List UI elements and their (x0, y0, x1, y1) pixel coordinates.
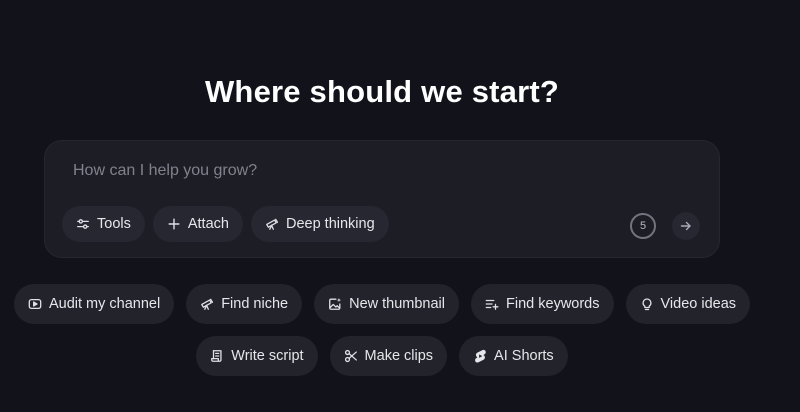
plus-icon (168, 218, 180, 230)
new-thumbnail-button[interactable]: New thumbnail (314, 284, 460, 324)
video-ideas-label: Video ideas (660, 296, 737, 312)
suggestions-row-2: Write script Make clips AI Shorts (0, 336, 764, 376)
prompt-box: Tools Attach Deep thinking 5 (44, 140, 720, 258)
make-clips-label: Make clips (364, 348, 434, 364)
prompt-input[interactable] (73, 159, 673, 183)
find-keywords-button[interactable]: Find keywords (471, 284, 614, 324)
deep-thinking-label: Deep thinking (285, 216, 375, 232)
play-box-icon (28, 298, 42, 310)
tools-button[interactable]: Tools (62, 206, 145, 242)
write-script-label: Write script (231, 348, 304, 364)
arrow-right-icon (680, 221, 691, 231)
shorts-icon (475, 349, 486, 363)
telescope-icon (201, 298, 214, 310)
scissors-icon (344, 349, 357, 363)
prompt-toolbar: Tools Attach Deep thinking (62, 206, 389, 242)
tools-label: Tools (97, 216, 131, 232)
deep-thinking-button[interactable]: Deep thinking (250, 206, 389, 242)
lightbulb-icon (641, 298, 652, 311)
page: Where should we start? Tools Attach (0, 0, 800, 412)
image-sparkle-icon (329, 297, 342, 310)
audit-channel-button[interactable]: Audit my channel (13, 284, 175, 324)
find-niche-label: Find niche (221, 296, 289, 312)
send-button[interactable] (672, 212, 700, 240)
telescope-icon (266, 218, 279, 230)
attach-label: Attach (187, 216, 229, 232)
list-plus-icon (485, 299, 499, 310)
ai-shorts-button[interactable]: AI Shorts (459, 336, 568, 376)
ai-shorts-label: AI Shorts (494, 348, 554, 364)
audit-channel-label: Audit my channel (48, 296, 161, 312)
attach-button[interactable]: Attach (152, 206, 243, 242)
video-ideas-button[interactable]: Video ideas (625, 284, 751, 324)
make-clips-button[interactable]: Make clips (329, 336, 448, 376)
page-title: Where should we start? (204, 74, 560, 109)
find-niche-button[interactable]: Find niche (186, 284, 303, 324)
find-keywords-label: Find keywords (506, 296, 600, 312)
suggestions-row-1: Audit my channel Find niche New thumbnai… (0, 284, 764, 324)
scroll-icon (211, 350, 222, 362)
new-thumbnail-label: New thumbnail (349, 296, 446, 312)
usage-counter: 5 (630, 213, 656, 239)
sliders-icon (77, 219, 89, 229)
write-script-button[interactable]: Write script (196, 336, 318, 376)
